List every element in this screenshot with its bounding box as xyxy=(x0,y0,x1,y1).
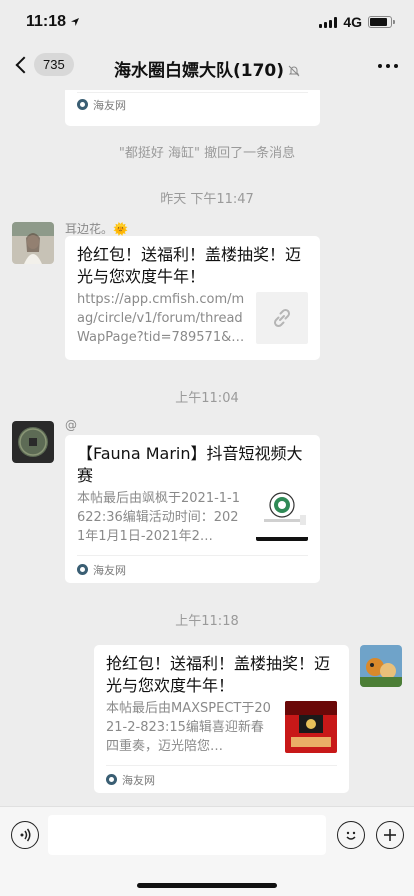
card-desc-2: 本帖最后由飒枫于2021-1-1622:36编辑活动时间：2021年1月1日-2… xyxy=(77,491,241,544)
timestamp-3: 上午11:18 xyxy=(175,614,239,629)
card-footer-2: 海友网 xyxy=(77,555,308,583)
network-label: 4G xyxy=(343,14,362,30)
message-input[interactable] xyxy=(48,815,326,855)
card-title-2: 【Fauna Marin】抖音短视频大赛 xyxy=(77,444,303,485)
message-card-1[interactable]: 抢红包！送福利！盖楼抽奖！迈光与您欢度牛年！ https://app.cmfis… xyxy=(65,236,320,360)
timestamp-1: 昨天 下午11:47 xyxy=(160,192,254,207)
source-icon xyxy=(106,774,117,785)
card-thumbnail-3 xyxy=(285,701,337,753)
card-desc-3: 本帖最后由MAXSPECT于2021-2-823:15编辑喜迎新春四重奏，迈光陪… xyxy=(106,701,271,754)
sender-name-2: @ xyxy=(65,418,77,432)
top-card-source: 海友网 xyxy=(93,98,126,112)
sender-name-1: 耳边花。🌞 xyxy=(65,222,128,236)
more-dots-icon[interactable] xyxy=(378,64,398,68)
avatar-self[interactable] xyxy=(360,645,402,687)
location-arrow-icon xyxy=(71,18,80,26)
chat-title: 海水圈白嫖大队(170) xyxy=(113,61,285,81)
emoji-icon[interactable] xyxy=(337,821,365,849)
message-card-3[interactable]: 抢红包！送福利！盖楼抽奖！迈光与您欢度牛年！ 本帖最后由MAXSPECT于202… xyxy=(94,645,349,793)
mute-bell-icon xyxy=(288,65,300,77)
input-bar xyxy=(0,806,414,896)
status-time: 11:18 xyxy=(26,13,67,30)
timestamp-2: 上午11:04 xyxy=(175,391,239,406)
card-title-1: 抢红包！送福利！盖楼抽奖！迈光与您欢度牛年！ xyxy=(77,245,302,286)
card-thumbnail-2 xyxy=(256,489,308,541)
voice-icon[interactable] xyxy=(11,821,39,849)
recall-notice: "都挺好 海缸" 撤回了一条消息 xyxy=(118,146,296,161)
chat-area[interactable]: 海友网 "都挺好 海缸" 撤回了一条消息 昨天 下午11:47 耳边花。🌞 抢红… xyxy=(0,90,414,806)
card-desc-1: https://app.cmfish.com/mag/circle/v1/for… xyxy=(77,292,245,345)
battery-icon xyxy=(368,16,395,28)
nav-bar: 735 海水圈白嫖大队(170) xyxy=(0,44,414,90)
status-time-group: 11:18 xyxy=(26,13,80,31)
avatar-sender-2[interactable] xyxy=(12,421,54,463)
source-icon xyxy=(77,99,88,110)
status-bar: 11:18 4G xyxy=(0,0,414,44)
link-icon xyxy=(273,308,291,328)
avatar-sender-1[interactable] xyxy=(12,222,54,264)
status-right: 4G xyxy=(319,14,395,30)
plus-icon[interactable] xyxy=(376,821,404,849)
card-source-3: 海友网 xyxy=(122,773,155,787)
home-indicator xyxy=(137,883,277,888)
card-footer-3: 海友网 xyxy=(106,765,337,793)
top-card[interactable]: 海友网 xyxy=(65,90,320,126)
chat-title-wrap[interactable]: 海水圈白嫖大队(170) xyxy=(0,56,414,81)
card-source-2: 海友网 xyxy=(93,563,126,577)
battery-level xyxy=(370,18,387,26)
message-card-2[interactable]: 【Fauna Marin】抖音短视频大赛 本帖最后由飒枫于2021-1-1622… xyxy=(65,435,320,583)
card-title-3: 抢红包！送福利！盖楼抽奖！迈光与您欢度牛年！ xyxy=(106,654,331,695)
top-card-footer: 海友网 xyxy=(77,92,308,116)
link-thumbnail xyxy=(256,292,308,344)
source-icon xyxy=(77,564,88,575)
signal-icon xyxy=(319,16,338,28)
